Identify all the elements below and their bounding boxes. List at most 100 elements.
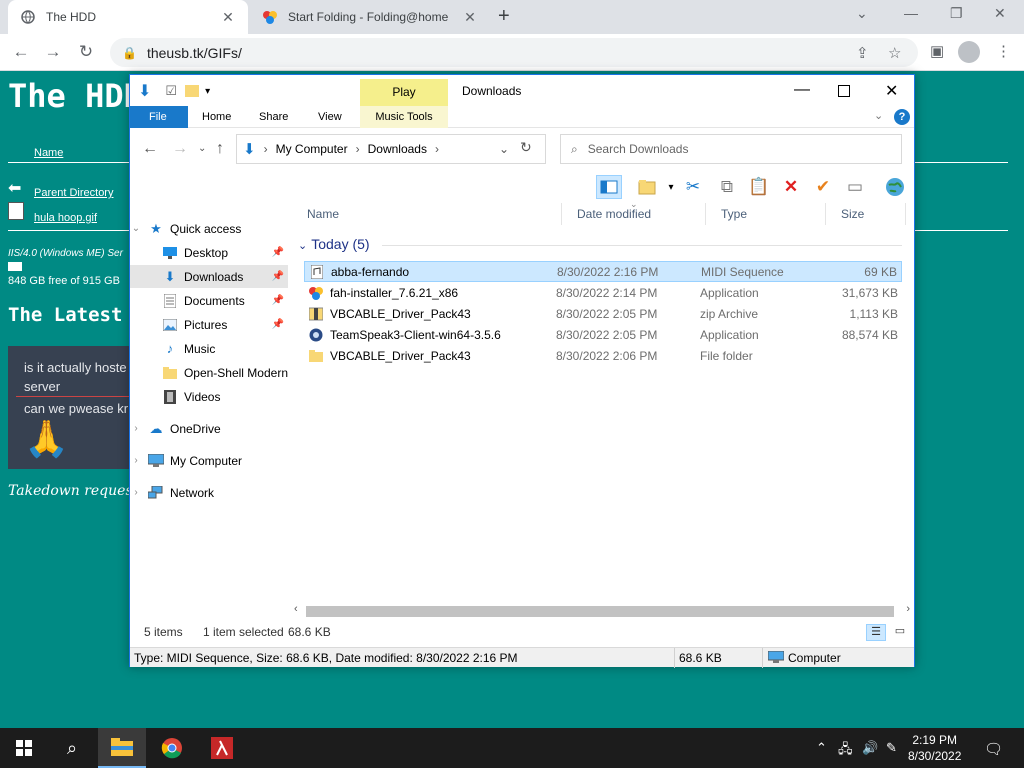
minimize-icon[interactable]: —: [794, 81, 810, 99]
name-column-link[interactable]: Name: [34, 147, 63, 159]
bookmark-star-icon[interactable]: ☆: [888, 44, 901, 62]
breadcrumb-downloads[interactable]: Downloads: [368, 142, 427, 156]
new-tab-button[interactable]: +: [498, 5, 510, 28]
close-icon[interactable]: ✕: [885, 81, 898, 101]
restore-icon[interactable]: ❐: [950, 5, 963, 22]
reload-icon[interactable]: ↻: [75, 41, 97, 63]
nav-item-desktop[interactable]: Desktop 📌: [130, 241, 288, 264]
close-tab-icon[interactable]: ✕: [462, 9, 478, 26]
back-arrow-icon[interactable]: ←: [142, 140, 158, 158]
forward-arrow-icon[interactable]: →: [172, 140, 188, 158]
copy-icon[interactable]: ⧉: [714, 175, 740, 199]
nav-item-quick-access[interactable]: ⌄ ★ Quick access: [130, 217, 288, 240]
menu-kebab-icon[interactable]: ⋮: [996, 42, 1011, 60]
file-explorer-taskbar-button[interactable]: [98, 728, 146, 768]
delete-icon[interactable]: ✕: [778, 175, 804, 199]
expanded-chevron-icon[interactable]: ⌄: [130, 223, 142, 234]
rename-icon[interactable]: ▭: [842, 175, 868, 199]
horizontal-scrollbar[interactable]: ‹ ›: [292, 603, 914, 620]
nav-item-music[interactable]: ♪ Music: [130, 337, 288, 360]
search-input[interactable]: ⌕ Search Downloads: [560, 134, 902, 164]
profile-avatar[interactable]: [958, 41, 980, 63]
play-context-tab[interactable]: Play: [360, 79, 448, 106]
chevron-down-icon[interactable]: ⌄: [499, 142, 509, 156]
tab-folding-at-home[interactable]: Start Folding - Folding@home ✕: [250, 0, 490, 34]
group-header[interactable]: ⌄ Today (5): [298, 236, 370, 252]
tab-view[interactable]: View: [304, 106, 356, 128]
file-row[interactable]: VBCABLE_Driver_Pack43 8/30/2022 2:05 PM …: [304, 303, 902, 324]
close-window-icon[interactable]: ✕: [994, 5, 1006, 22]
notifications-icon[interactable]: 🗨: [984, 740, 1003, 758]
expand-ribbon-icon[interactable]: ⌄: [874, 109, 883, 122]
scroll-left-icon[interactable]: ‹: [294, 603, 298, 615]
chevron-down-icon[interactable]: ⌄: [856, 5, 868, 22]
pin-icon[interactable]: 📌: [272, 271, 284, 282]
collapsed-chevron-icon[interactable]: ›: [130, 423, 142, 434]
maximize-icon[interactable]: [838, 85, 850, 97]
large-icons-view-icon[interactable]: ▭: [890, 624, 910, 641]
checkmark-icon[interactable]: ✔: [810, 175, 836, 199]
nav-item-onedrive[interactable]: › ☁ OneDrive: [130, 417, 288, 440]
customize-qat-icon[interactable]: ▾: [205, 86, 210, 97]
nav-item-downloads[interactable]: ⬇ Downloads 📌: [130, 265, 288, 288]
app-taskbar-button[interactable]: [198, 728, 246, 768]
tab-home[interactable]: Home: [188, 106, 245, 128]
hula-hoop-link[interactable]: hula hoop.gif: [34, 212, 97, 224]
pin-icon[interactable]: 📌: [272, 247, 284, 258]
column-header-name[interactable]: Name: [292, 203, 562, 225]
folder-options-icon[interactable]: [634, 175, 660, 199]
recent-locations-icon[interactable]: ⌄: [198, 143, 206, 154]
refresh-icon[interactable]: ↻: [520, 139, 532, 156]
up-arrow-icon[interactable]: ↑: [216, 140, 224, 158]
paste-icon[interactable]: 📋: [746, 175, 772, 199]
preview-pane-icon[interactable]: [596, 175, 622, 199]
side-panel-icon[interactable]: ▣: [930, 42, 944, 60]
start-button[interactable]: [0, 728, 48, 768]
tab-file[interactable]: File: [130, 106, 188, 128]
file-row[interactable]: VBCABLE_Driver_Pack43 8/30/2022 2:06 PM …: [304, 345, 902, 366]
clock[interactable]: 2:19 PM 8/30/2022: [908, 732, 961, 764]
nav-item-videos[interactable]: Videos: [130, 385, 288, 408]
help-icon[interactable]: ?: [894, 109, 910, 125]
network-icon[interactable]: 🖧: [838, 740, 853, 762]
parent-directory-link[interactable]: Parent Directory: [34, 187, 113, 199]
pin-icon[interactable]: 📌: [272, 295, 284, 306]
back-arrow-icon[interactable]: ←: [10, 41, 32, 63]
new-folder-icon[interactable]: [185, 85, 200, 97]
tab-music-tools[interactable]: Music Tools: [360, 106, 448, 128]
globe-icon[interactable]: [882, 175, 908, 199]
volume-icon[interactable]: 🔊: [862, 740, 878, 756]
nav-item-pictures[interactable]: Pictures 📌: [130, 313, 288, 336]
file-row[interactable]: TeamSpeak3-Client-win64-3.5.6 8/30/2022 …: [304, 324, 902, 345]
properties-icon[interactable]: ☑: [165, 83, 177, 99]
breadcrumb-my-computer[interactable]: My Computer: [276, 142, 348, 156]
scroll-right-icon[interactable]: ›: [906, 603, 910, 615]
address-bar[interactable]: 🔒 theusb.tk/GIFs/ ⇪ ☆: [110, 38, 918, 67]
nav-item-documents[interactable]: Documents 📌: [130, 289, 288, 312]
share-icon[interactable]: ⇪: [856, 44, 869, 62]
column-header-size[interactable]: Size: [826, 203, 906, 225]
file-row[interactable]: abba-fernando 8/30/2022 2:16 PM MIDI Seq…: [304, 261, 902, 282]
tab-share[interactable]: Share: [245, 106, 302, 128]
collapsed-chevron-icon[interactable]: ›: [130, 487, 142, 498]
nav-item-my-computer[interactable]: › My Computer: [130, 449, 288, 472]
forward-arrow-icon[interactable]: →: [42, 41, 64, 63]
nav-item-open-shell[interactable]: Open-Shell Modern: [130, 361, 288, 384]
search-button[interactable]: ⌕: [48, 728, 96, 768]
file-row[interactable]: fah-installer_7.6.21_x86 8/30/2022 2:14 …: [304, 282, 902, 303]
minimize-icon[interactable]: —: [904, 5, 918, 21]
column-header-type[interactable]: Type: [706, 203, 826, 225]
chrome-taskbar-button[interactable]: [148, 728, 196, 768]
nav-item-network[interactable]: › Network: [130, 481, 288, 504]
details-view-icon[interactable]: ☰: [866, 624, 886, 641]
pen-icon[interactable]: ✎: [886, 740, 897, 756]
pin-icon[interactable]: 📌: [272, 319, 284, 330]
tab-the-hdd[interactable]: The HDD ✕: [8, 0, 248, 34]
close-tab-icon[interactable]: ✕: [220, 9, 236, 26]
collapsed-chevron-icon[interactable]: ›: [130, 455, 142, 466]
scrollbar-thumb[interactable]: [306, 606, 894, 617]
address-breadcrumb[interactable]: ⬇ › My Computer › Downloads › ⌄: [236, 134, 546, 164]
show-hidden-icons-chevron-icon[interactable]: ⌃: [816, 740, 827, 756]
file-size: 69 KB: [864, 264, 897, 279]
cut-icon[interactable]: ✂: [680, 175, 706, 199]
